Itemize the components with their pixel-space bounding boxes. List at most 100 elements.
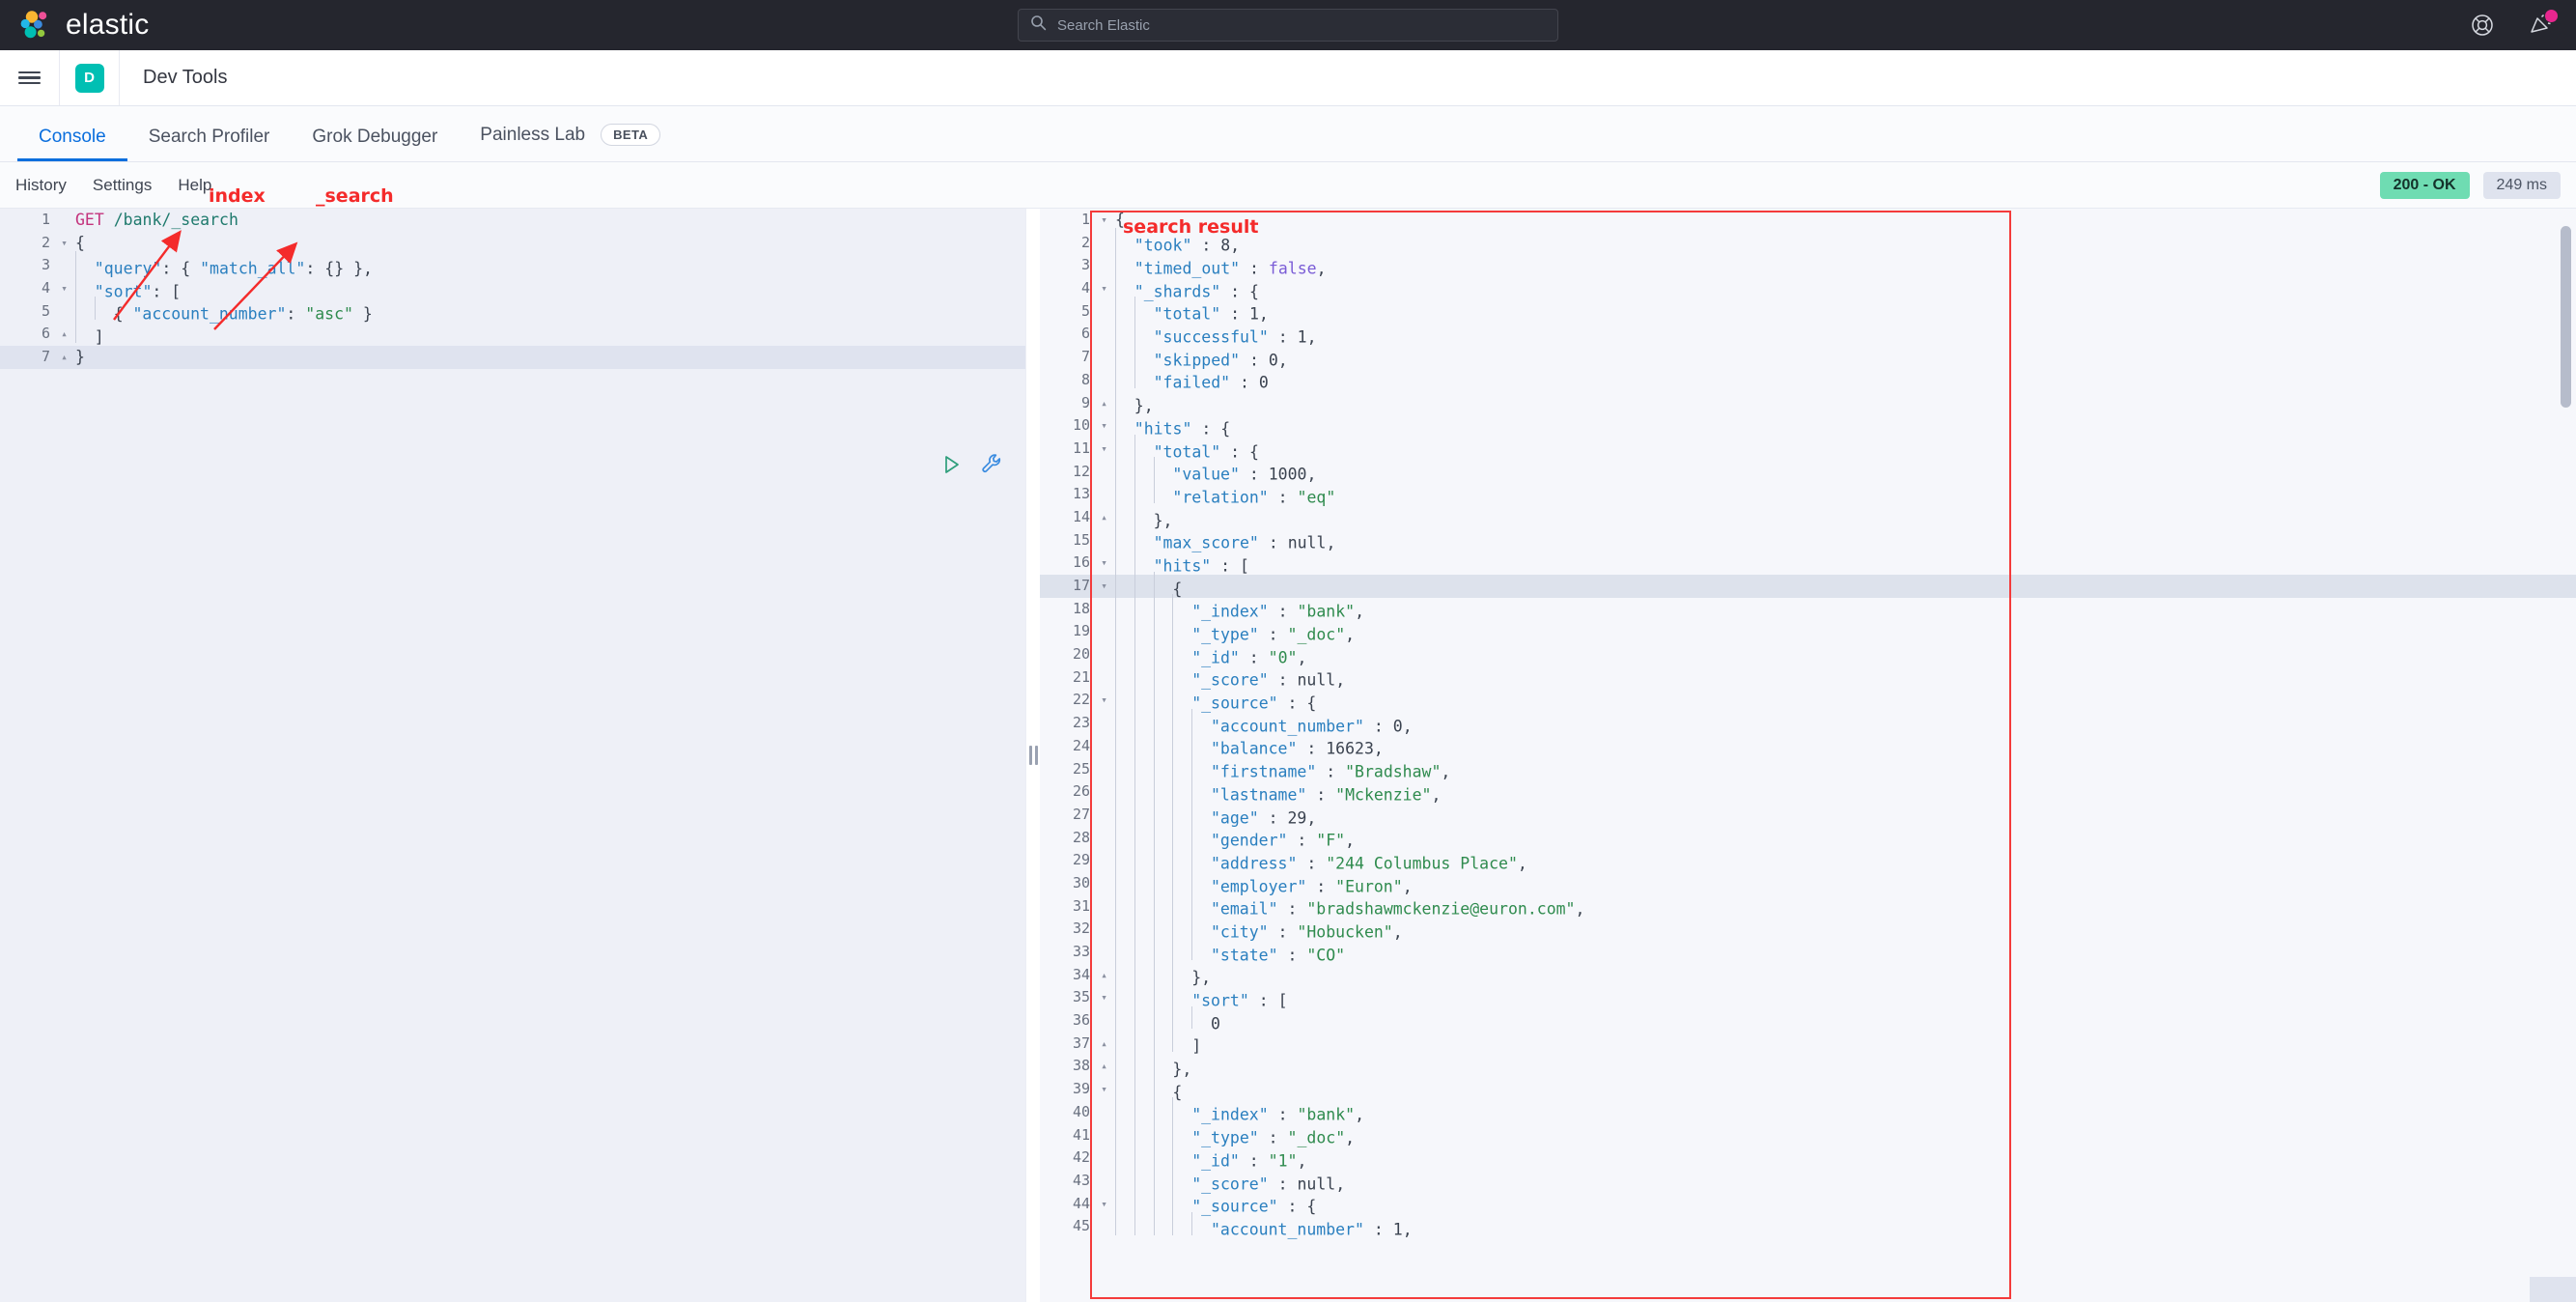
fold-toggle-icon[interactable]: ▴ — [1096, 392, 1112, 415]
wrench-icon[interactable] — [980, 452, 1004, 481]
code-line[interactable]: 7"skipped" : 0, — [1040, 346, 2576, 369]
fold-toggle-icon[interactable]: ▴ — [1096, 506, 1112, 529]
line-number: 12 — [1040, 461, 1096, 484]
application-bar: D Dev Tools — [0, 50, 2576, 106]
code-line[interactable]: 16▾"hits" : [ — [1040, 552, 2576, 575]
code-line[interactable]: 33"state" : "CO" — [1040, 941, 2576, 964]
line-number: 33 — [1040, 941, 1096, 964]
line-number: 30 — [1040, 872, 1096, 895]
code-text: { "account_number": "asc" } — [72, 297, 373, 326]
fold-toggle-icon[interactable]: ▾ — [1096, 277, 1112, 300]
code-text: GET /bank/_search — [72, 209, 238, 232]
hamburger-menu-icon[interactable] — [0, 50, 60, 105]
global-search-wrapper — [1018, 9, 1558, 42]
fold-toggle-icon[interactable]: ▾ — [1096, 438, 1112, 461]
line-number: 35 — [1040, 986, 1096, 1009]
search-input[interactable] — [1057, 17, 1546, 34]
line-number: 3 — [1040, 254, 1096, 277]
line-number: 6 — [1040, 323, 1096, 346]
response-editor[interactable]: 1▾{2"took" : 8,3"timed_out" : false,4▾"_… — [1040, 209, 2576, 1238]
code-line[interactable]: 10▾"hits" : { — [1040, 414, 2576, 438]
code-line[interactable]: 7▴} — [0, 346, 1025, 369]
brand-label: elastic — [66, 9, 149, 42]
tab-painless-lab[interactable]: Painless Lab BETA — [459, 124, 682, 161]
annotation-search-result: search result — [1123, 216, 1258, 238]
line-number: 2 — [0, 232, 56, 255]
code-line[interactable]: 1▾{ — [1040, 209, 2576, 232]
line-number: 16 — [1040, 552, 1096, 575]
code-line[interactable]: 360 — [1040, 1009, 2576, 1033]
tab-grok-debugger[interactable]: Grok Debugger — [291, 127, 459, 161]
fold-toggle-icon[interactable]: ▾ — [1096, 986, 1112, 1009]
app-initial-badge: D — [75, 64, 104, 93]
fold-toggle-icon[interactable]: ▴ — [1096, 1055, 1112, 1078]
global-header: elastic — [0, 0, 2576, 50]
code-line[interactable]: 5{ "account_number": "asc" } — [0, 300, 1025, 324]
code-line[interactable]: 38▴}, — [1040, 1055, 2576, 1078]
fold-toggle-icon[interactable]: ▴ — [56, 323, 72, 346]
help-lifebuoy-icon[interactable] — [2470, 13, 2495, 38]
pane-resize-handle[interactable] — [1026, 209, 1040, 1302]
line-number: 31 — [1040, 895, 1096, 919]
request-actions — [939, 452, 1004, 481]
history-button[interactable]: History — [15, 176, 67, 195]
tab-bar: Console Search Profiler Grok Debugger Pa… — [0, 106, 2576, 162]
line-number: 3 — [0, 254, 56, 277]
code-line[interactable]: 8"failed" : 0 — [1040, 369, 2576, 392]
line-number: 40 — [1040, 1101, 1096, 1124]
response-status-group: 200 - OK 249 ms — [2380, 172, 2561, 199]
line-number: 28 — [1040, 827, 1096, 850]
console-workspace: 1GET /bank/_search2▾{3"query": { "match_… — [0, 209, 2576, 1302]
annotation-index: index — [209, 185, 266, 207]
line-number: 13 — [1040, 483, 1096, 506]
code-line[interactable]: 9▴}, — [1040, 392, 2576, 415]
tab-console[interactable]: Console — [17, 127, 127, 161]
response-scrollbar[interactable] — [2561, 226, 2571, 408]
code-line[interactable]: 35▾"sort" : [ — [1040, 986, 2576, 1009]
header-actions — [2470, 13, 2576, 38]
line-number: 10 — [1040, 414, 1096, 438]
fold-toggle-icon[interactable]: ▴ — [1096, 1033, 1112, 1056]
notification-dot — [2545, 10, 2558, 22]
code-line[interactable]: 4▾"_shards" : { — [1040, 277, 2576, 300]
line-number: 44 — [1040, 1193, 1096, 1216]
fold-toggle-icon[interactable]: ▾ — [1096, 414, 1112, 438]
line-number: 38 — [1040, 1055, 1096, 1078]
fold-toggle-icon[interactable]: ▾ — [1096, 209, 1112, 232]
fold-toggle-icon[interactable]: ▾ — [1096, 575, 1112, 598]
request-editor[interactable]: 1GET /bank/_search2▾{3"query": { "match_… — [0, 209, 1025, 1302]
line-number: 22 — [1040, 689, 1096, 712]
fold-toggle-icon[interactable]: ▾ — [56, 277, 72, 300]
brand[interactable]: elastic — [0, 9, 149, 42]
tab-search-profiler[interactable]: Search Profiler — [127, 127, 292, 161]
line-number: 37 — [1040, 1033, 1096, 1056]
code-line[interactable]: 37▴] — [1040, 1033, 2576, 1056]
tab-label: Painless Lab — [480, 126, 585, 144]
fold-toggle-icon[interactable]: ▾ — [1096, 1193, 1112, 1216]
fold-toggle-icon[interactable]: ▾ — [1096, 552, 1112, 575]
line-number: 36 — [1040, 1009, 1096, 1033]
code-line[interactable]: 6▴] — [0, 323, 1025, 346]
help-button[interactable]: Help — [178, 176, 211, 195]
code-line[interactable]: 15"max_score" : null, — [1040, 529, 2576, 552]
fold-toggle-icon[interactable]: ▾ — [1096, 689, 1112, 712]
code-line[interactable]: 1GET /bank/_search — [0, 209, 1025, 232]
code-line[interactable]: 13"relation" : "eq" — [1040, 483, 2576, 506]
code-line[interactable]: 45"account_number" : 1, — [1040, 1215, 2576, 1238]
global-search-box[interactable] — [1018, 9, 1558, 42]
fold-toggle-icon[interactable]: ▾ — [56, 232, 72, 255]
line-number: 7 — [0, 346, 56, 369]
play-triangle-icon[interactable] — [939, 453, 963, 481]
fold-toggle-icon[interactable]: ▾ — [1096, 1078, 1112, 1101]
response-editor-pane[interactable]: 1▾{2"took" : 8,3"timed_out" : false,4▾"_… — [1040, 209, 2576, 1302]
settings-button[interactable]: Settings — [93, 176, 152, 195]
news-megaphone-icon[interactable] — [2528, 13, 2553, 38]
tab-label: Grok Debugger — [312, 127, 437, 146]
app-badge-cell: D — [60, 50, 120, 105]
line-number: 25 — [1040, 758, 1096, 781]
request-editor-pane[interactable]: 1GET /bank/_search2▾{3"query": { "match_… — [0, 209, 1026, 1302]
fold-toggle-icon[interactable]: ▴ — [1096, 964, 1112, 987]
code-line[interactable]: 3"timed_out" : false, — [1040, 254, 2576, 277]
line-number: 7 — [1040, 346, 1096, 369]
fold-toggle-icon[interactable]: ▴ — [56, 346, 72, 369]
